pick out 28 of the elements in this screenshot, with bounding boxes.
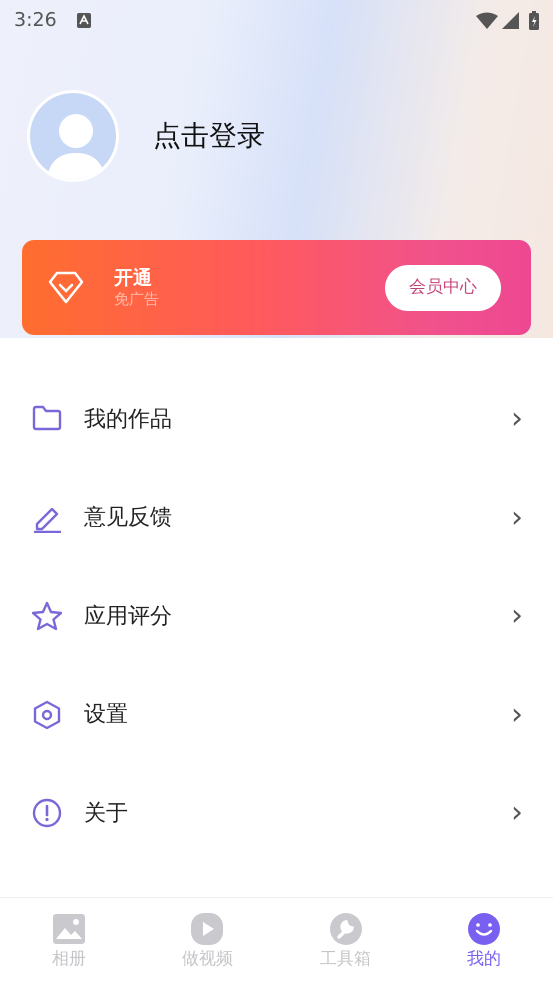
smiley-icon	[466, 912, 501, 945]
image-icon	[52, 912, 86, 945]
menu-item[interactable]: 设置 ›	[0, 666, 553, 764]
menu-item[interactable]: 我的作品 ›	[0, 370, 553, 468]
nav-tab[interactable]: 我的	[414, 898, 553, 984]
chevron-icon: ›	[511, 798, 523, 828]
chevron-icon: ›	[511, 502, 523, 533]
wifi-icon	[476, 12, 498, 28]
chevron-icon: ›	[511, 700, 523, 730]
login-link[interactable]: 点击登录	[153, 115, 265, 157]
menu-item[interactable]: 关于 ›	[0, 764, 553, 862]
chevron-icon: ›	[511, 404, 523, 434]
vip-title: 开通	[114, 267, 153, 290]
wrench-icon	[328, 912, 363, 945]
member-center-button[interactable]: 会员中心	[385, 264, 501, 310]
status-time: 3:26	[14, 8, 57, 33]
keyboard-icon	[76, 12, 91, 28]
play-icon	[190, 912, 224, 945]
chevron-icon: ›	[511, 601, 523, 632]
star-icon	[32, 601, 62, 632]
menu-item[interactable]: 应用评分 ›	[0, 567, 553, 666]
info-icon	[32, 798, 62, 828]
battery-icon	[529, 10, 539, 30]
settings-icon	[32, 700, 62, 730]
diamond-icon	[48, 270, 84, 305]
vip-subtitle: 免广告	[114, 290, 159, 308]
signal-icon	[502, 12, 519, 28]
menu-item[interactable]: 意见反馈 ›	[0, 468, 553, 567]
